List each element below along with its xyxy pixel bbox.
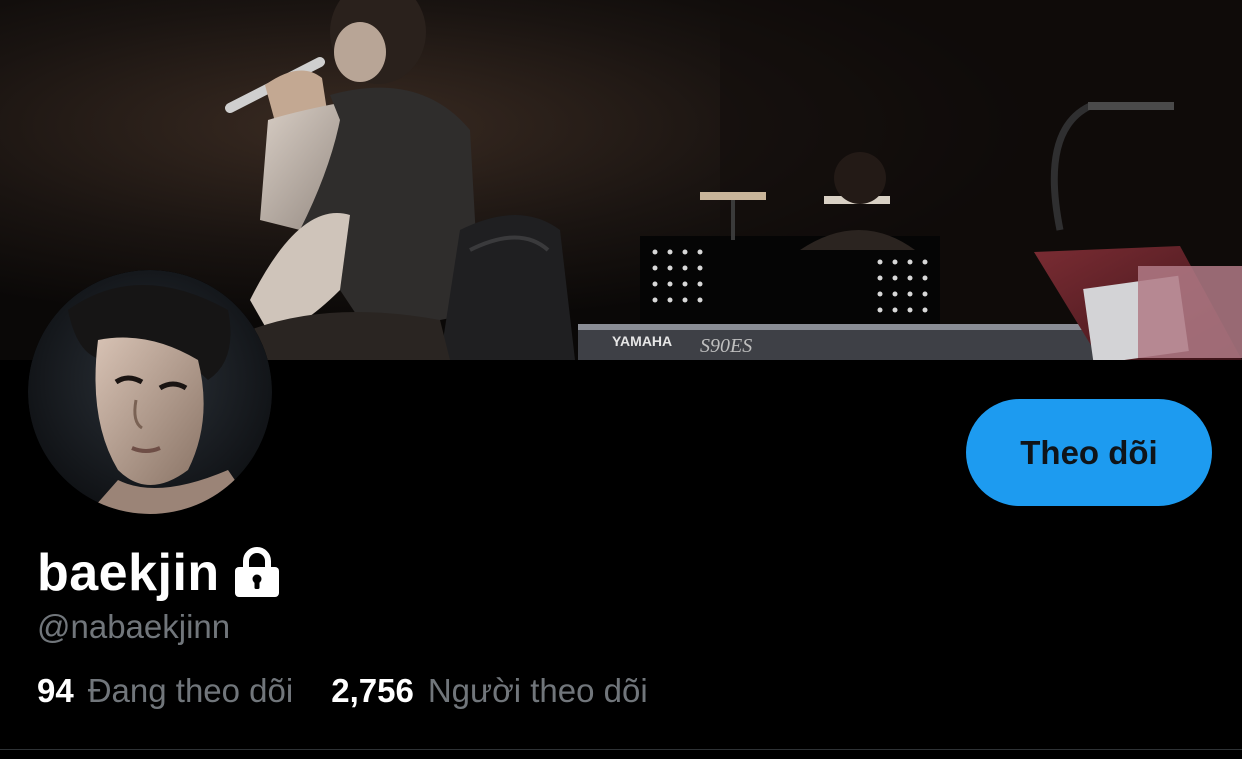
- following-link[interactable]: 94 Đang theo dõi: [37, 672, 293, 710]
- keyboard-model-text: S90ES: [700, 335, 752, 357]
- profile-name-row: baekjin: [37, 538, 281, 608]
- following-label: Đang theo dõi: [87, 672, 294, 709]
- follow-button[interactable]: Theo dõi: [966, 399, 1212, 506]
- profile-avatar[interactable]: [28, 270, 272, 514]
- following-count: 94: [37, 672, 74, 709]
- display-name: baekjin: [37, 544, 220, 602]
- divider: [0, 749, 1242, 750]
- keyboard-brand-text: YAMAHA: [612, 333, 672, 349]
- followers-count: 2,756: [331, 672, 414, 709]
- avatar-image: [28, 270, 272, 514]
- profile-stats: 94 Đang theo dõi 2,756 Người theo dõi: [37, 672, 648, 710]
- profile-handle: @nabaekjinn: [37, 608, 231, 645]
- followers-label: Người theo dõi: [427, 672, 648, 709]
- lock-icon: [233, 547, 281, 599]
- followers-link[interactable]: 2,756 Người theo dõi: [331, 672, 647, 710]
